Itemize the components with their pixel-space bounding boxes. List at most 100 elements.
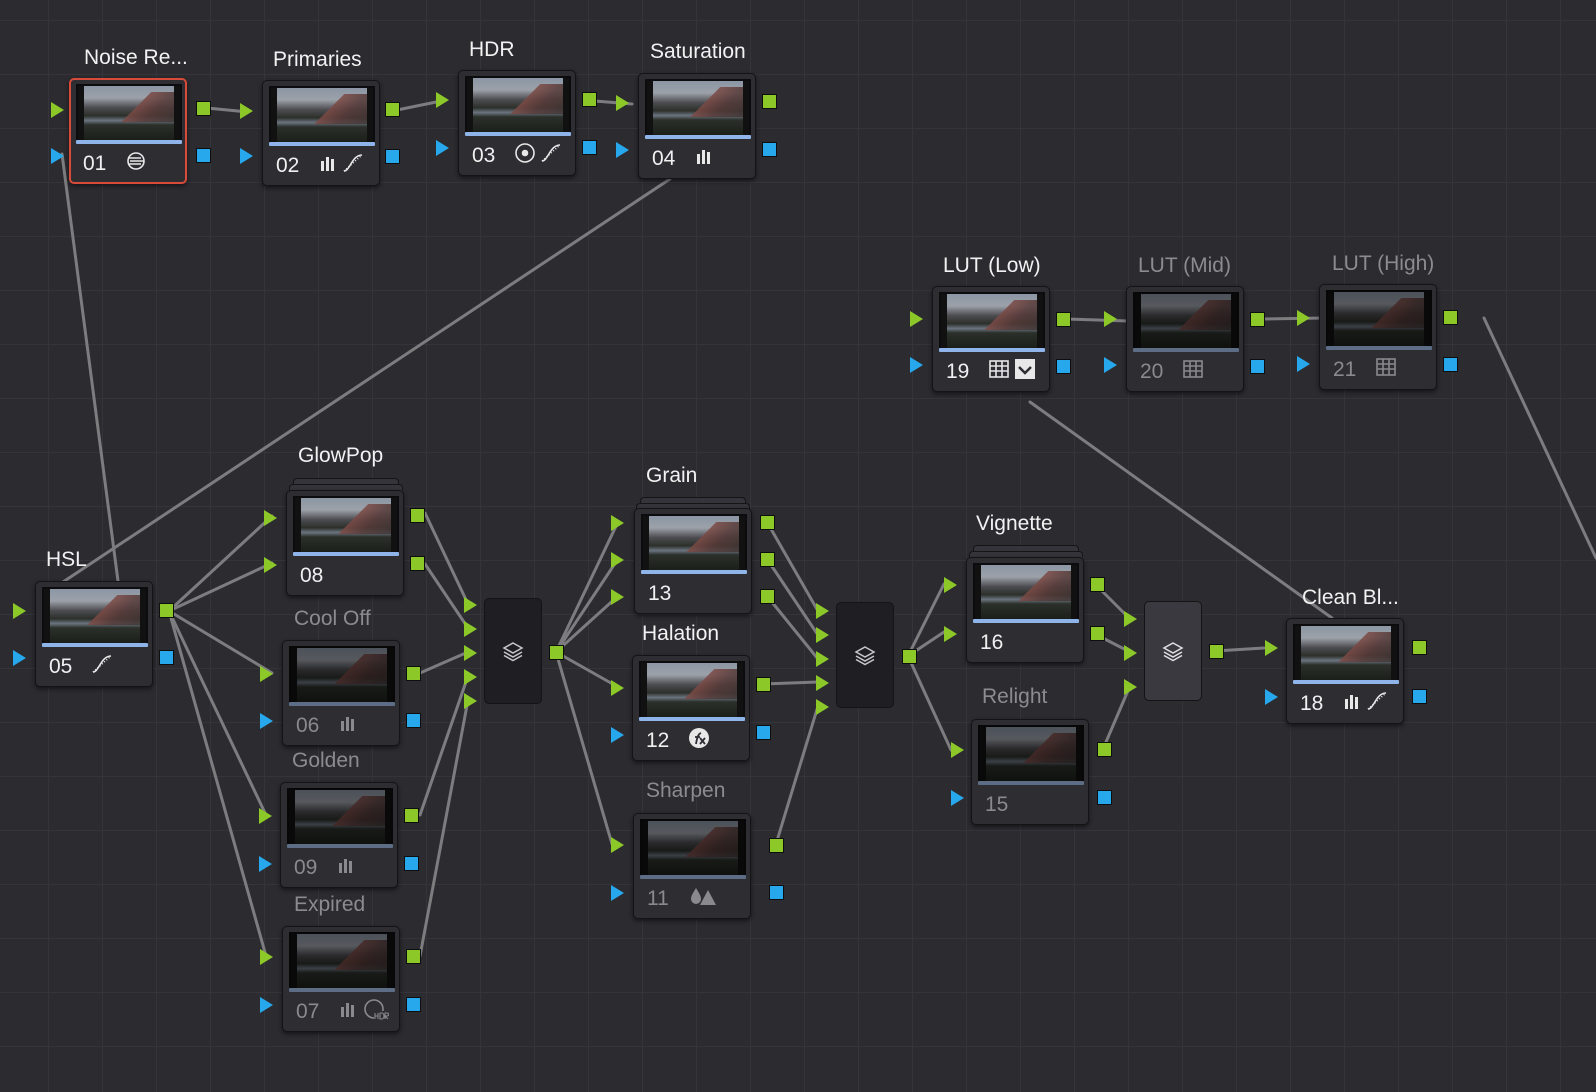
node-clean-blacks[interactable]: 18 bbox=[1286, 618, 1404, 724]
rgb-input[interactable] bbox=[611, 680, 624, 696]
rgb-output[interactable] bbox=[1090, 577, 1105, 592]
node-saturation[interactable]: 04 bbox=[638, 73, 756, 179]
rgb-output[interactable] bbox=[1090, 626, 1105, 641]
rgb-input[interactable] bbox=[611, 837, 624, 853]
node-expired[interactable]: 07 bbox=[282, 926, 400, 1032]
node-noise-reduction[interactable]: 01 bbox=[69, 78, 187, 184]
layer-mixer-node[interactable] bbox=[836, 602, 894, 708]
node-primaries[interactable]: 02 bbox=[262, 80, 380, 186]
rgb-input[interactable] bbox=[611, 515, 624, 531]
alpha-output[interactable] bbox=[1443, 357, 1458, 372]
alpha-output[interactable] bbox=[582, 140, 597, 155]
checkbox-icon[interactable] bbox=[1014, 359, 1036, 379]
alpha-output[interactable] bbox=[762, 142, 777, 157]
rgb-input[interactable] bbox=[260, 666, 273, 682]
mixer-input[interactable] bbox=[816, 651, 829, 667]
alpha-output[interactable] bbox=[1097, 790, 1112, 805]
mixer-input[interactable] bbox=[816, 699, 829, 715]
rgb-input[interactable] bbox=[259, 808, 272, 824]
rgb-input[interactable] bbox=[264, 557, 277, 573]
rgb-output[interactable] bbox=[760, 552, 775, 567]
rgb-input[interactable] bbox=[51, 102, 64, 118]
node-vignette[interactable]: 16 bbox=[966, 557, 1084, 663]
mixer-input[interactable] bbox=[464, 669, 477, 685]
alpha-output[interactable] bbox=[756, 725, 771, 740]
mixer-input[interactable] bbox=[464, 597, 477, 613]
alpha-input[interactable] bbox=[1265, 689, 1278, 705]
alpha-output[interactable] bbox=[1250, 359, 1265, 374]
rgb-output[interactable] bbox=[582, 92, 597, 107]
mixer-output[interactable] bbox=[902, 649, 917, 664]
alpha-input[interactable] bbox=[13, 650, 26, 666]
alpha-input[interactable] bbox=[259, 856, 272, 872]
rgb-input[interactable] bbox=[240, 103, 253, 119]
alpha-input[interactable] bbox=[51, 148, 64, 164]
mixer-input[interactable] bbox=[464, 621, 477, 637]
node-lut-mid[interactable]: 20 bbox=[1126, 286, 1244, 392]
rgb-output[interactable] bbox=[196, 101, 211, 116]
rgb-output[interactable] bbox=[1097, 742, 1112, 757]
alpha-input[interactable] bbox=[1297, 356, 1310, 372]
rgb-output[interactable] bbox=[159, 603, 174, 618]
rgb-output[interactable] bbox=[385, 102, 400, 117]
mixer-output[interactable] bbox=[549, 645, 564, 660]
rgb-input[interactable] bbox=[951, 742, 964, 758]
rgb-input[interactable] bbox=[944, 577, 957, 593]
alpha-output[interactable] bbox=[159, 650, 174, 665]
rgb-output[interactable] bbox=[410, 556, 425, 571]
node-lut-low[interactable]: 19 bbox=[932, 286, 1050, 392]
node-hsl[interactable]: 05 bbox=[35, 581, 153, 687]
rgb-output[interactable] bbox=[762, 94, 777, 109]
node-cool-off[interactable]: 06 bbox=[282, 640, 400, 746]
node-lut-high[interactable]: 21 bbox=[1319, 284, 1437, 390]
alpha-input[interactable] bbox=[260, 713, 273, 729]
mixer-input[interactable] bbox=[816, 603, 829, 619]
rgb-input[interactable] bbox=[910, 311, 923, 327]
rgb-output[interactable] bbox=[404, 808, 419, 823]
rgb-input[interactable] bbox=[616, 95, 629, 111]
rgb-output[interactable] bbox=[406, 949, 421, 964]
mixer-input[interactable] bbox=[1124, 679, 1137, 695]
alpha-output[interactable] bbox=[196, 148, 211, 163]
alpha-output[interactable] bbox=[406, 997, 421, 1012]
alpha-output[interactable] bbox=[385, 149, 400, 164]
mixer-input[interactable] bbox=[1124, 611, 1137, 627]
alpha-input[interactable] bbox=[910, 357, 923, 373]
mixer-input[interactable] bbox=[464, 693, 477, 709]
alpha-input[interactable] bbox=[436, 140, 449, 156]
alpha-output[interactable] bbox=[1056, 359, 1071, 374]
alpha-input[interactable] bbox=[611, 727, 624, 743]
alpha-output[interactable] bbox=[769, 885, 784, 900]
alpha-input[interactable] bbox=[951, 790, 964, 806]
rgb-input[interactable] bbox=[611, 552, 624, 568]
rgb-output[interactable] bbox=[769, 838, 784, 853]
alpha-input[interactable] bbox=[616, 142, 629, 158]
mixer-input[interactable] bbox=[816, 627, 829, 643]
alpha-output[interactable] bbox=[406, 713, 421, 728]
rgb-output[interactable] bbox=[1443, 310, 1458, 325]
rgb-output[interactable] bbox=[756, 677, 771, 692]
layer-mixer-node[interactable] bbox=[484, 598, 542, 704]
alpha-input[interactable] bbox=[240, 148, 253, 164]
rgb-input[interactable] bbox=[13, 603, 26, 619]
rgb-input[interactable] bbox=[1104, 311, 1117, 327]
rgb-output[interactable] bbox=[760, 515, 775, 530]
rgb-output[interactable] bbox=[1056, 312, 1071, 327]
rgb-input[interactable] bbox=[1265, 640, 1278, 656]
mixer-output[interactable] bbox=[1209, 644, 1224, 659]
rgb-input[interactable] bbox=[611, 589, 624, 605]
rgb-output[interactable] bbox=[406, 666, 421, 681]
rgb-input[interactable] bbox=[436, 92, 449, 108]
alpha-output[interactable] bbox=[1412, 689, 1427, 704]
node-golden[interactable]: 09 bbox=[280, 782, 398, 888]
alpha-input[interactable] bbox=[611, 885, 624, 901]
rgb-input[interactable] bbox=[944, 626, 957, 642]
node-relight[interactable]: 15 bbox=[971, 719, 1089, 825]
mixer-input[interactable] bbox=[464, 645, 477, 661]
rgb-input[interactable] bbox=[260, 949, 273, 965]
node-grain[interactable]: 13 bbox=[634, 508, 752, 614]
node-glowpop[interactable]: 08 bbox=[286, 490, 404, 596]
alpha-input[interactable] bbox=[260, 997, 273, 1013]
node-halation[interactable]: 12 bbox=[632, 655, 750, 761]
node-hdr[interactable]: 03 bbox=[458, 70, 576, 176]
